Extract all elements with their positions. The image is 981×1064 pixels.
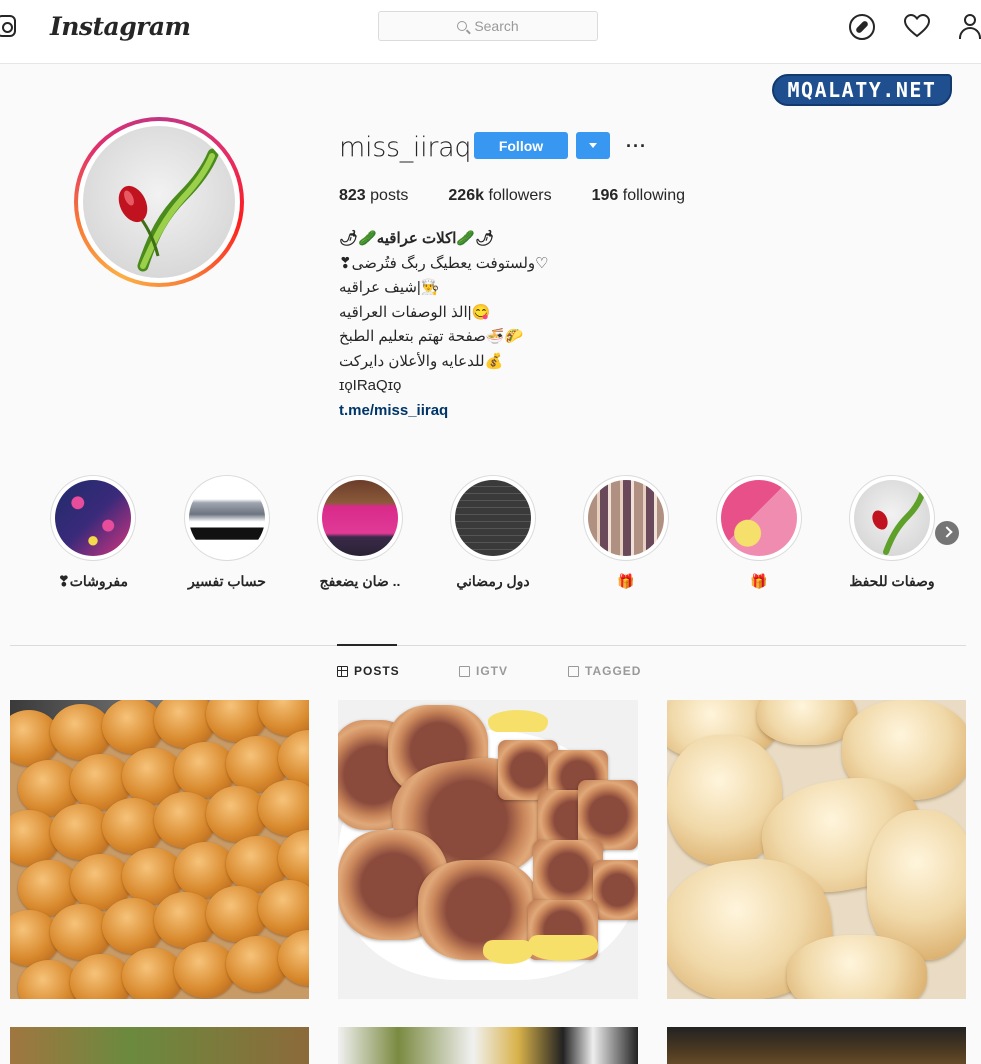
tabs-divider <box>10 645 966 646</box>
instagram-wordmark[interactable]: Instagram <box>50 12 191 41</box>
story-highlight[interactable]: حساب تفسير <box>184 475 270 589</box>
highlight-label: ❣مفروشات <box>58 573 128 589</box>
following-stat[interactable]: 196 following <box>592 187 685 205</box>
bio-line: 😋|الذ الوصفات العراقيه <box>339 303 491 321</box>
story-highlight[interactable]: ❣مفروشات <box>50 475 136 589</box>
profile-bio: 🌶🥒اكلات عراقيه🥒🌶 ♡ولستوفت يعطيگ ربگ فتُر… <box>339 227 599 423</box>
igtv-icon <box>459 665 470 677</box>
follow-button[interactable]: Follow <box>474 132 568 159</box>
story-highlight[interactable]: ضان يضعفج .. <box>317 475 403 589</box>
bio-line: ɪǫIRaQɪǫ <box>339 377 402 394</box>
profile-stats: 823 posts 226k followers 196 following <box>339 187 725 205</box>
active-tab-indicator <box>337 644 397 646</box>
post-thumbnail[interactable] <box>338 700 638 999</box>
followers-stat[interactable]: 226k followers <box>448 187 551 205</box>
highlights-next-arrow-icon[interactable] <box>935 521 959 545</box>
story-highlight[interactable]: وصفات للحفظ <box>849 475 935 589</box>
story-highlight[interactable]: 🎁 <box>716 475 802 589</box>
site-watermark: MQALATY.NET <box>772 74 952 106</box>
story-highlight[interactable]: دول رمضاني <box>450 475 536 589</box>
highlight-label: 🎁 <box>617 573 635 589</box>
highlight-label: ضان يضعفج .. <box>319 573 401 589</box>
instagram-logo-icon[interactable] <box>0 15 16 37</box>
profile-person-icon[interactable] <box>958 14 981 40</box>
bio-line: 👨‍🍳|شيف عراقيه <box>339 279 440 296</box>
suggested-dropdown-button[interactable] <box>576 132 610 159</box>
posts-stat: 823 posts <box>339 187 409 204</box>
highlight-label: 🎁 <box>750 573 768 589</box>
tagged-icon <box>568 665 579 677</box>
grid-icon <box>337 665 348 677</box>
bio-line: 💰للدعايه والأعلان دايركت <box>339 352 504 370</box>
highlight-label: وصفات للحفظ <box>849 573 935 589</box>
bio-line: 🌶🥒اكلات عراقيه🥒🌶 <box>339 230 495 247</box>
highlight-label: دول رمضاني <box>456 573 530 589</box>
post-thumbnail[interactable] <box>10 1027 309 1064</box>
bio-link[interactable]: t.me/miss_iiraq <box>339 399 599 424</box>
profile-username: miss_iiraq <box>339 132 472 163</box>
tab-igtv[interactable]: IGTV <box>459 664 508 678</box>
bio-line: 🌮🍜صفحة تهتم بتعليم الطبخ <box>339 328 524 345</box>
search-icon <box>457 21 468 31</box>
top-nav: Instagram Search <box>0 0 981 64</box>
post-thumbnail[interactable] <box>338 1027 638 1064</box>
activity-heart-icon[interactable] <box>903 13 931 40</box>
post-thumbnail[interactable] <box>667 1027 966 1064</box>
profile-avatar[interactable] <box>74 117 244 287</box>
more-options-icon[interactable]: ··· <box>626 136 647 157</box>
tab-posts[interactable]: POSTS <box>337 664 400 678</box>
bio-line: ♡ولستوفت يعطيگ ربگ فتُرضى❣ <box>339 254 549 272</box>
post-thumbnail[interactable] <box>667 700 966 999</box>
tab-tagged[interactable]: TAGGED <box>568 664 641 678</box>
explore-compass-icon[interactable] <box>849 14 875 40</box>
post-thumbnail[interactable] <box>10 700 309 999</box>
highlight-label: حساب تفسير <box>188 573 266 589</box>
story-highlight[interactable]: 🎁 <box>583 475 669 589</box>
search-input[interactable]: Search <box>378 11 598 41</box>
search-placeholder: Search <box>474 18 519 34</box>
